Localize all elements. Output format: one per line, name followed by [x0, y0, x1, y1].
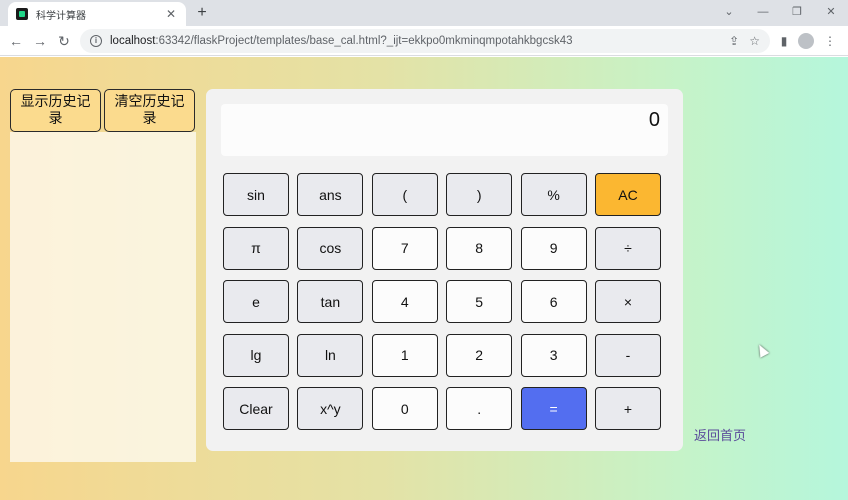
side-panel-icon[interactable]: ▮ [774, 31, 794, 51]
key-decimal[interactable]: . [446, 387, 513, 430]
minimize-button[interactable]: — [748, 2, 778, 22]
key-percent[interactable]: % [520, 173, 587, 216]
site-info-icon[interactable]: i [90, 35, 102, 47]
back-to-home-link[interactable]: 返回首页 [694, 425, 746, 444]
key-multiply[interactable]: × [595, 280, 661, 323]
key-digit-0[interactable]: 0 [371, 387, 438, 430]
key-ans[interactable]: ans [297, 173, 364, 216]
key-pi[interactable]: π [223, 226, 289, 270]
key-digit-8[interactable]: 8 [446, 226, 513, 270]
tab-close-icon[interactable]: ✕ [164, 7, 178, 21]
clear-history-button[interactable]: 清空历史记录 [104, 89, 195, 132]
reload-button[interactable]: ↻ [54, 31, 74, 51]
forward-button[interactable]: → [30, 31, 50, 51]
close-window-button[interactable]: ✕ [816, 2, 846, 22]
url-path: :63342/flaskProject/templates/base_cal.h… [155, 35, 573, 47]
key-open-paren[interactable]: ( [371, 173, 438, 216]
show-history-button[interactable]: 显示历史记录 [10, 89, 101, 132]
share-icon[interactable]: ⇪ [729, 34, 739, 48]
url-text[interactable]: localhost:63342/flaskProject/templates/b… [110, 35, 719, 47]
key-power[interactable]: x^y [297, 387, 364, 430]
pycharm-favicon-icon [16, 8, 28, 20]
back-button[interactable]: ← [6, 31, 26, 51]
history-panel [10, 132, 196, 462]
key-digit-6[interactable]: 6 [520, 280, 587, 323]
browser-tab[interactable]: 科学计算器 ✕ [8, 2, 186, 26]
key-digit-3[interactable]: 3 [520, 333, 587, 377]
key-sin[interactable]: sin [223, 173, 289, 216]
menu-kebab-icon[interactable]: ⋮ [820, 31, 840, 51]
key-all-clear[interactable]: AC [595, 173, 661, 216]
key-digit-5[interactable]: 5 [446, 280, 513, 323]
key-log10[interactable]: lg [223, 333, 289, 377]
key-digit-9[interactable]: 9 [520, 226, 587, 270]
browser-tab-bar: 科学计算器 ✕ + ⌄ — ❐ ✕ [0, 0, 848, 26]
page-body: 显示历史记录 清空历史记录 0 sin ans()% AC π cos 7 8 9 ÷ e tan 4… [0, 57, 848, 500]
key-digit-4[interactable]: 4 [371, 280, 438, 323]
tab-title: 科学计算器 [36, 10, 86, 22]
bookmark-star-icon[interactable]: ☆ [749, 34, 760, 48]
profile-avatar-icon[interactable] [798, 33, 814, 49]
key-ln[interactable]: ln [297, 333, 364, 377]
key-subtract[interactable]: - [595, 333, 661, 377]
restore-button[interactable]: ❐ [782, 2, 812, 22]
key-close-paren[interactable]: ) [446, 173, 513, 216]
new-tab-button[interactable]: + [192, 3, 212, 23]
key-euler[interactable]: e [223, 280, 289, 323]
calculator: 0 sin ans()% AC π cos 7 8 9 ÷ e tan 4 5 6 × lg ln 1 2 3- Cle… [206, 89, 683, 451]
key-add[interactable]: + [595, 387, 661, 430]
key-digit-1[interactable]: 1 [371, 333, 438, 377]
calculator-display: 0 [221, 104, 668, 156]
url-host: localhost [110, 35, 156, 47]
tab-search-icon[interactable]: ⌄ [714, 2, 744, 22]
key-digit-2[interactable]: 2 [446, 333, 513, 377]
address-bar[interactable]: i localhost:63342/flaskProject/templates… [80, 29, 770, 53]
browser-toolbar: ← → ↻ i localhost:63342/flaskProject/tem… [0, 26, 848, 56]
key-cos[interactable]: cos [297, 226, 364, 270]
key-clear[interactable]: Clear [223, 387, 289, 430]
key-equals[interactable]: = [520, 387, 587, 430]
key-divide[interactable]: ÷ [595, 226, 661, 270]
key-digit-7[interactable]: 7 [371, 226, 438, 270]
key-tan[interactable]: tan [297, 280, 364, 323]
mouse-cursor-icon [754, 342, 770, 358]
